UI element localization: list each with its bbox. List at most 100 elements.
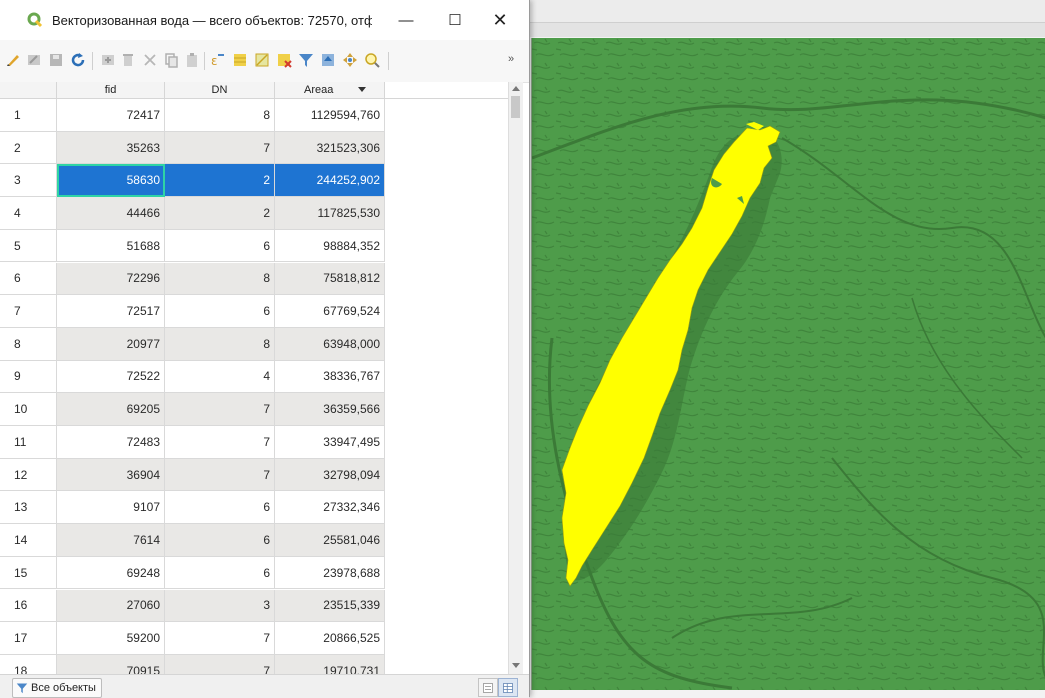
table-row[interactable]: 3 58630 2 244252,902 — [0, 164, 508, 198]
row-number-cell[interactable]: 16 — [0, 589, 57, 623]
column-header-fid[interactable]: fid — [57, 82, 165, 99]
dn-cell[interactable]: 3 — [165, 589, 275, 623]
fid-cell[interactable]: 59200 — [57, 622, 165, 655]
table-row[interactable]: 14 7614 6 25581,046 — [0, 524, 508, 557]
invert-selection-icon[interactable] — [254, 52, 270, 68]
scroll-down-icon[interactable] — [512, 663, 520, 668]
dn-cell[interactable]: 2 — [165, 197, 275, 230]
dn-cell[interactable]: 7 — [165, 654, 275, 674]
close-button[interactable]: ✕ — [485, 6, 515, 34]
dn-cell[interactable]: 7 — [165, 458, 275, 492]
areaa-cell[interactable]: 23515,339 — [275, 589, 385, 623]
fid-cell[interactable]: 35263 — [57, 131, 165, 165]
areaa-cell[interactable]: 321523,306 — [275, 131, 385, 165]
dn-cell[interactable]: 8 — [165, 99, 275, 132]
areaa-cell[interactable]: 27332,346 — [275, 491, 385, 525]
table-row[interactable]: 7 72517 6 67769,524 — [0, 295, 508, 328]
table-row[interactable]: 1 72417 8 1129594,760 — [0, 99, 508, 132]
table-row[interactable]: 12 36904 7 32798,094 — [0, 458, 508, 492]
areaa-cell[interactable]: 63948,000 — [275, 327, 385, 361]
table-row[interactable]: 13 9107 6 27332,346 — [0, 491, 508, 525]
dn-cell[interactable]: 6 — [165, 229, 275, 263]
fid-cell[interactable]: 69248 — [57, 556, 165, 590]
fid-cell[interactable]: 7614 — [57, 524, 165, 557]
row-number-cell[interactable]: 3 — [0, 164, 57, 198]
dn-cell[interactable]: 7 — [165, 622, 275, 655]
row-number-cell[interactable]: 1 — [0, 99, 57, 132]
fid-cell[interactable]: 69205 — [57, 393, 165, 426]
row-number-cell[interactable]: 9 — [0, 360, 57, 394]
areaa-cell[interactable]: 67769,524 — [275, 295, 385, 328]
toggle-editing-icon[interactable] — [5, 52, 21, 68]
dn-cell[interactable]: 6 — [165, 491, 275, 525]
paste-icon[interactable] — [184, 52, 200, 68]
table-row[interactable]: 5 51688 6 98884,352 — [0, 229, 508, 263]
table-view-button[interactable] — [498, 678, 518, 697]
row-number-cell[interactable]: 11 — [0, 426, 57, 459]
table-row[interactable]: 8 20977 8 63948,000 — [0, 327, 508, 361]
areaa-cell[interactable]: 33947,495 — [275, 426, 385, 459]
fid-cell[interactable]: 51688 — [57, 229, 165, 263]
fid-cell[interactable]: 36904 — [57, 458, 165, 492]
map-canvas[interactable] — [531, 38, 1045, 690]
delete-feature-icon[interactable] — [120, 52, 136, 68]
table-corner-header[interactable] — [0, 82, 57, 99]
deselect-all-icon[interactable] — [276, 52, 292, 68]
table-row[interactable]: 11 72483 7 33947,495 — [0, 426, 508, 459]
fid-cell[interactable]: 72417 — [57, 99, 165, 132]
areaa-cell[interactable]: 36359,566 — [275, 393, 385, 426]
areaa-cell[interactable]: 244252,902 — [275, 164, 385, 198]
fid-cell[interactable]: 27060 — [57, 589, 165, 623]
row-number-cell[interactable]: 4 — [0, 197, 57, 230]
fid-cell[interactable]: 72522 — [57, 360, 165, 394]
fid-cell[interactable]: 58630 — [57, 164, 165, 198]
zoom-to-selection-icon[interactable] — [364, 52, 380, 68]
dn-cell[interactable]: 6 — [165, 524, 275, 557]
dn-cell[interactable]: 7 — [165, 131, 275, 165]
fid-cell[interactable]: 44466 — [57, 197, 165, 230]
expression-select-icon[interactable]: ε — [210, 52, 226, 68]
dn-cell[interactable]: 8 — [165, 327, 275, 361]
fid-cell[interactable]: 70915 — [57, 654, 165, 674]
row-number-cell[interactable]: 17 — [0, 622, 57, 655]
areaa-cell[interactable]: 32798,094 — [275, 458, 385, 492]
fid-cell[interactable]: 72483 — [57, 426, 165, 459]
row-number-cell[interactable]: 6 — [0, 262, 57, 296]
table-row[interactable]: 2 35263 7 321523,306 — [0, 131, 508, 165]
table-row[interactable]: 15 69248 6 23978,688 — [0, 556, 508, 590]
fid-cell[interactable]: 9107 — [57, 491, 165, 525]
save-edits-icon[interactable] — [48, 52, 64, 68]
add-feature-icon[interactable] — [100, 52, 116, 68]
dn-cell[interactable]: 4 — [165, 360, 275, 394]
dn-cell[interactable]: 6 — [165, 556, 275, 590]
toolbar-overflow-button[interactable]: » — [508, 53, 514, 65]
dn-cell[interactable]: 7 — [165, 426, 275, 459]
multi-edit-icon[interactable] — [26, 52, 42, 68]
table-row[interactable]: 18 70915 7 19710,731 — [0, 654, 508, 674]
row-number-cell[interactable]: 14 — [0, 524, 57, 557]
row-number-cell[interactable]: 15 — [0, 556, 57, 590]
row-number-cell[interactable]: 5 — [0, 229, 57, 263]
areaa-cell[interactable]: 25581,046 — [275, 524, 385, 557]
table-row[interactable]: 17 59200 7 20866,525 — [0, 622, 508, 655]
scrollbar-thumb[interactable] — [511, 96, 520, 118]
row-number-cell[interactable]: 12 — [0, 458, 57, 492]
scroll-up-icon[interactable] — [512, 86, 520, 91]
areaa-cell[interactable]: 19710,731 — [275, 654, 385, 674]
title-bar[interactable]: Векторизованная вода — всего объектов: 7… — [0, 0, 529, 40]
table-row[interactable]: 6 72296 8 75818,812 — [0, 262, 508, 296]
filter-icon[interactable] — [298, 52, 314, 68]
row-number-cell[interactable]: 2 — [0, 131, 57, 165]
form-view-button[interactable] — [478, 678, 498, 697]
copy-icon[interactable] — [163, 52, 179, 68]
row-number-cell[interactable]: 10 — [0, 393, 57, 426]
areaa-cell[interactable]: 38336,767 — [275, 360, 385, 394]
areaa-cell[interactable]: 75818,812 — [275, 262, 385, 296]
cut-icon[interactable] — [142, 52, 158, 68]
row-number-cell[interactable]: 7 — [0, 295, 57, 328]
vertical-scrollbar[interactable] — [508, 82, 523, 674]
table-row[interactable]: 16 27060 3 23515,339 — [0, 589, 508, 623]
maximize-button[interactable]: ☐ — [440, 6, 470, 34]
fid-cell[interactable]: 20977 — [57, 327, 165, 361]
column-header-areaa[interactable]: Areaa — [275, 82, 385, 99]
